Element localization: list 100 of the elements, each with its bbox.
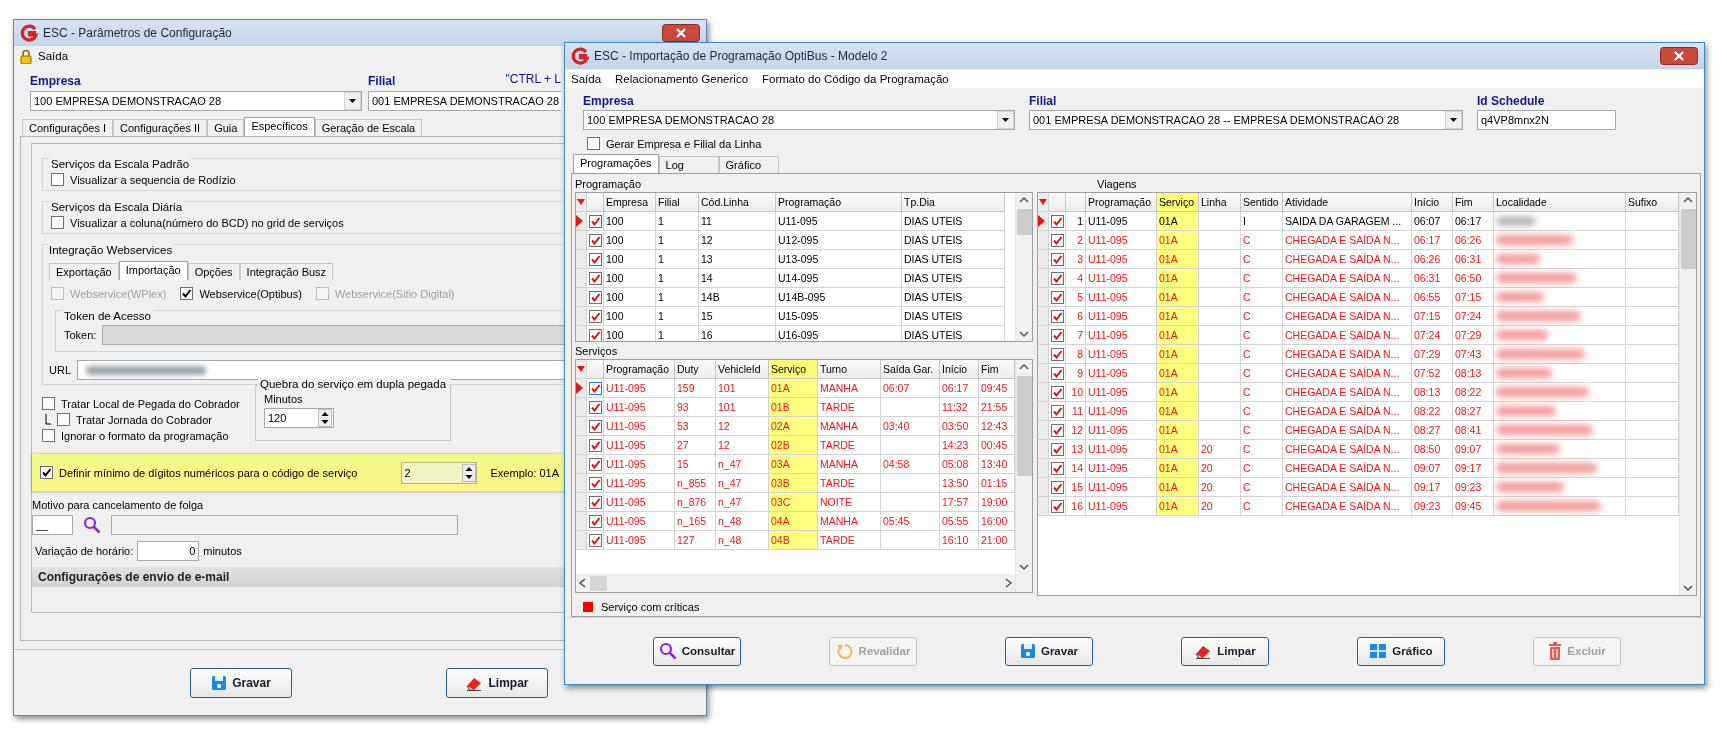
- checkbox[interactable]: [587, 137, 600, 150]
- tab[interactable]: Configurações II: [113, 119, 208, 136]
- tab[interactable]: Guia: [207, 119, 245, 136]
- dropdown[interactable]: 001 EMPRESA DEMONSTRACAO 28 -- EMPRESA DEMONSTRACAO 28: [1029, 110, 1463, 130]
- scrollbar-thumb[interactable]: [590, 575, 607, 591]
- table-cell: [1199, 421, 1241, 440]
- action-button[interactable]: Gravar: [190, 667, 292, 698]
- table-cell: 2: [1066, 231, 1086, 250]
- column-header[interactable]: Início: [1412, 193, 1453, 212]
- tab[interactable]: Importação: [118, 261, 188, 280]
- tab[interactable]: Integração Busz: [239, 263, 334, 280]
- checkbox[interactable]: [180, 287, 194, 300]
- table-cell: C: [1241, 269, 1283, 288]
- action-button[interactable]: Limpar: [446, 667, 548, 698]
- filial-field[interactable]: 001 EMPRESA DEMONSTRACAO 28: [368, 91, 561, 111]
- table-cell: 02B: [769, 436, 818, 455]
- action-button[interactable]: Consultar: [653, 636, 741, 666]
- blurred-field[interactable]: [102, 325, 565, 345]
- spin-field[interactable]: 2: [400, 461, 477, 484]
- dropdown-arrow-icon[interactable]: [344, 92, 361, 110]
- column-header[interactable]: Fim: [1453, 193, 1494, 212]
- action-button[interactable]: Gráfico: [1357, 636, 1445, 666]
- tab[interactable]: Programações: [573, 154, 659, 173]
- column-header[interactable]: Serviço: [769, 360, 818, 379]
- scrollbar-thumb[interactable]: [1016, 209, 1032, 235]
- tab[interactable]: Específicos: [244, 117, 315, 136]
- column-header[interactable]: Saída Gar.: [881, 360, 940, 379]
- menu-item[interactable]: Relacionamento Generico: [615, 73, 749, 85]
- column-header[interactable]: Início: [940, 360, 979, 379]
- dropdown[interactable]: 100 EMPRESA DEMONSTRACAO 28: [30, 91, 362, 111]
- scrollbar[interactable]: [1015, 360, 1032, 592]
- column-header[interactable]: Tp.Dia: [902, 193, 1005, 212]
- row-header[interactable]: [576, 379, 587, 398]
- column-header[interactable]: Turno: [818, 360, 881, 379]
- column-header[interactable]: Atividade: [1283, 193, 1412, 212]
- checkbox[interactable]: [42, 429, 55, 442]
- table-cell: [881, 474, 940, 493]
- code-field[interactable]: __: [32, 515, 73, 535]
- spin-field[interactable]: 120: [264, 408, 334, 428]
- scrollbar[interactable]: [1679, 193, 1696, 595]
- menu-item[interactable]: Saída: [571, 73, 602, 85]
- checkbox[interactable]: [57, 413, 70, 426]
- column-header[interactable]: Programação: [776, 193, 902, 212]
- column-header[interactable]: Programação: [604, 360, 675, 379]
- table-cell: C: [1241, 421, 1283, 440]
- table-cell: CHEGADA E SAÍDA N...: [1283, 383, 1412, 402]
- current-row-icon: [576, 382, 583, 394]
- menu-item[interactable]: Formato do Código da Programação: [762, 73, 949, 85]
- scrollbar[interactable]: [576, 574, 1015, 592]
- dropdown-arrow-icon[interactable]: [997, 111, 1014, 129]
- close-button[interactable]: [1660, 47, 1698, 65]
- table-cell: 03B: [769, 474, 818, 493]
- menu-label[interactable]: Saída: [38, 50, 69, 62]
- column-header[interactable]: Linha: [1199, 193, 1241, 212]
- blurred-field[interactable]: [77, 360, 565, 380]
- text-field[interactable]: [111, 515, 458, 535]
- action-button[interactable]: Gravar: [1005, 636, 1093, 666]
- window-title: ESC - Importação de Programação OptiBus - Modelo 2: [594, 49, 888, 63]
- table-cell: DIAS UTEIS: [902, 288, 1005, 307]
- table-cell: 13: [1066, 440, 1086, 459]
- checkbox[interactable]: [40, 466, 53, 479]
- blurred-text: [1496, 292, 1544, 302]
- spinner-arrows-icon[interactable]: [318, 409, 332, 427]
- column-header[interactable]: Sentido: [1241, 193, 1283, 212]
- menu-item[interactable]: Saída: [20, 48, 69, 64]
- column-header[interactable]: Filial: [656, 193, 699, 212]
- column-header[interactable]: Fim: [979, 360, 1015, 379]
- column-header[interactable]: Sufixo: [1626, 193, 1679, 212]
- table-cell: U16-095: [776, 326, 902, 341]
- column-header[interactable]: Serviço: [1157, 193, 1199, 212]
- scrollbar[interactable]: [1015, 193, 1032, 341]
- table-cell: U11-095: [604, 417, 675, 436]
- spinner-arrows-icon[interactable]: [461, 463, 476, 482]
- number-field[interactable]: 0: [137, 541, 200, 561]
- scrollbar-thumb[interactable]: [1680, 209, 1696, 269]
- column-header[interactable]: Duty: [675, 360, 716, 379]
- dropdown[interactable]: 100 EMPRESA DEMONSTRACAO 28: [583, 110, 1015, 130]
- tab[interactable]: Gráfico: [718, 156, 779, 173]
- dropdown-arrow-icon[interactable]: [1445, 111, 1462, 129]
- table-cell: C: [1241, 307, 1283, 326]
- scrollbar-thumb[interactable]: [1016, 376, 1032, 476]
- column-header[interactable]: Programação: [1086, 193, 1157, 212]
- row-header[interactable]: [1038, 212, 1049, 231]
- tab[interactable]: Geração de Escala: [314, 119, 423, 136]
- column-header[interactable]: Localidade: [1494, 193, 1626, 212]
- checkbox[interactable]: [51, 216, 64, 229]
- action-button[interactable]: Limpar: [1181, 636, 1269, 666]
- checkbox[interactable]: [51, 173, 64, 186]
- column-header[interactable]: Cód.Linha: [699, 193, 776, 212]
- tab[interactable]: Configurações I: [22, 119, 114, 136]
- column-header[interactable]: VehicleId: [716, 360, 769, 379]
- tab[interactable]: Exportação: [49, 263, 119, 280]
- tab[interactable]: Opções: [187, 263, 240, 280]
- text-field[interactable]: q4VP8mnx2N: [1477, 110, 1616, 130]
- table-cell: [881, 493, 940, 512]
- column-header[interactable]: Empresa: [604, 193, 656, 212]
- tab[interactable]: Log: [658, 156, 719, 173]
- row-header[interactable]: [576, 212, 587, 231]
- close-button[interactable]: [662, 24, 700, 42]
- checkbox[interactable]: [42, 397, 55, 410]
